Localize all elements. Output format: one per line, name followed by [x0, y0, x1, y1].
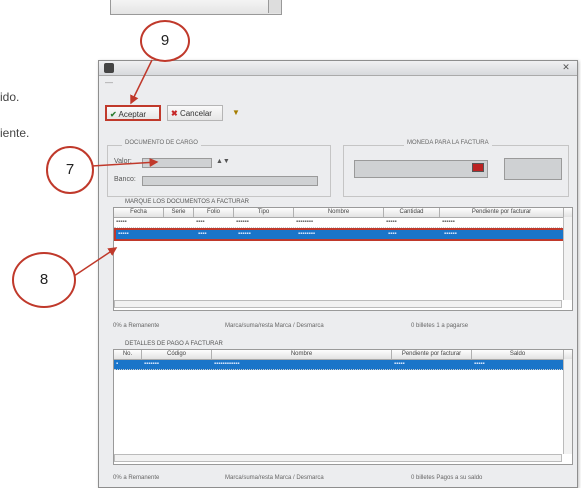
callout-7: 7 [46, 146, 94, 194]
arrow-8 [73, 247, 118, 277]
callout-8: 8 [12, 252, 76, 308]
arrow-9 [130, 59, 153, 105]
arrow-7 [91, 157, 159, 167]
annotation-arrows [73, 59, 159, 277]
callout-9: 9 [140, 20, 190, 62]
